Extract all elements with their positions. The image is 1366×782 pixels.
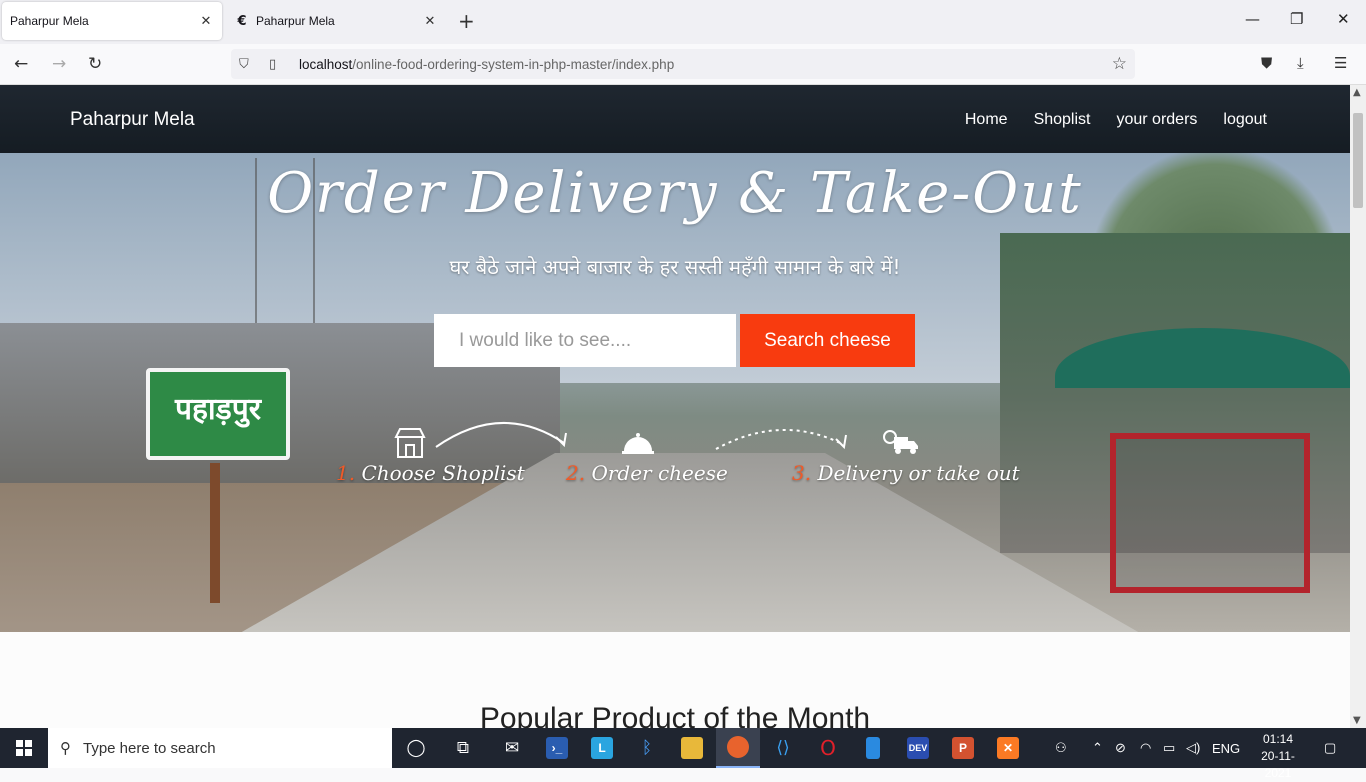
url-bar[interactable]: ⛉ ▯ localhost/online-food-ordering-syste… (231, 49, 1135, 79)
scroll-thumb[interactable] (1353, 113, 1363, 208)
hero-search: Search cheese (434, 314, 915, 367)
tab-close-icon[interactable]: ✕ (196, 14, 216, 29)
cortana-icon[interactable]: ◯ (394, 728, 438, 768)
tray-chevron-icon[interactable]: ⌃ (1092, 728, 1103, 768)
vscode-icon[interactable]: ⟨⟩ (761, 728, 805, 768)
step-arrow-1 (435, 421, 567, 448)
hero-subtitle: घर बैठे जाने अपने बाजार के हर सस्ती महँग… (449, 255, 901, 279)
powershell-icon[interactable]: ›_ (535, 728, 579, 768)
task-view-icon[interactable]: ⧉ (441, 728, 485, 768)
step-arrow-2 (715, 429, 847, 450)
web-page: Paharpur Mela Home Shoplist your orders … (0, 85, 1350, 728)
pocket-icon[interactable]: ⛊ (1261, 54, 1272, 72)
volume-icon[interactable]: ◁) (1186, 728, 1200, 768)
restore-icon[interactable]: ❐ (1290, 10, 1303, 28)
browser-tab-bar: Paharpur Mela ✕ € Paharpur Mela ✕ + — ❐ … (0, 0, 1366, 44)
nav-home[interactable]: Home (965, 111, 1008, 129)
file-explorer-icon[interactable] (670, 728, 714, 768)
site-brand[interactable]: Paharpur Mela (70, 109, 195, 131)
windows-logo-icon (16, 740, 32, 756)
tab-close-icon[interactable]: ✕ (420, 14, 440, 29)
taskbar: ⚲ Type here to search ◯ ⧉ ✉ ›_ L ᛒ ⟨⟩ O … (0, 728, 1366, 780)
cloche-icon (620, 427, 656, 465)
hero-banner: पहाड़पुर Order Delivery & Take-Out घर बै… (0, 153, 1350, 632)
window-close-icon[interactable]: ✕ (1337, 10, 1350, 28)
hero-title: Order Delivery & Take-Out (267, 161, 1083, 226)
page-info-icon[interactable]: ▯ (269, 57, 285, 72)
notification-icon[interactable]: ▢ (1324, 728, 1336, 768)
nav-logout[interactable]: logout (1223, 111, 1267, 129)
page-scrollbar[interactable]: ▲ ▼ (1350, 85, 1366, 728)
tab-title: Paharpur Mela (10, 14, 89, 28)
scroll-down-icon[interactable]: ▼ (1353, 715, 1361, 726)
step-3-label: 3. Delivery or take out (792, 461, 1020, 485)
firefox-icon[interactable] (716, 728, 760, 768)
tab-favicon-icon: € (237, 13, 247, 29)
app-l-icon[interactable]: L (580, 728, 624, 768)
devcpp-icon[interactable]: DEV (896, 728, 940, 768)
mail-icon[interactable]: ✉ (490, 728, 534, 768)
xampp-icon[interactable]: ✕ (986, 728, 1030, 768)
tab-title: Paharpur Mela (256, 14, 335, 28)
network-warning-icon[interactable]: ⊘ (1115, 728, 1126, 768)
shield-icon[interactable]: ⛉ (239, 57, 255, 72)
section-title: Popular Product of the Month (479, 702, 871, 728)
nav-shoplist[interactable]: Shoplist (1034, 111, 1091, 129)
new-tab-icon[interactable]: + (458, 10, 475, 32)
people-icon[interactable]: ⚇ (1055, 728, 1067, 768)
wifi-icon[interactable]: ◠ (1140, 728, 1151, 768)
nav-your-orders[interactable]: your orders (1116, 111, 1197, 129)
phone-app-icon[interactable] (851, 728, 895, 768)
delivery-truck-icon (882, 429, 920, 465)
search-icon: ⚲ (60, 739, 71, 757)
menu-icon[interactable]: ☰ (1334, 54, 1347, 72)
reload-icon[interactable]: ↻ (88, 54, 102, 74)
forward-icon[interactable]: → (52, 54, 66, 74)
site-header: Paharpur Mela Home Shoplist your orders … (0, 85, 1350, 153)
bluetooth-icon[interactable]: ᛒ (625, 728, 669, 768)
clock-date: 20-11-2021 (1261, 749, 1295, 780)
bookmark-star-icon[interactable]: ☆ (1112, 54, 1127, 74)
clock-time: 01:14 (1262, 732, 1294, 746)
url-text[interactable]: localhost/online-food-ordering-system-in… (299, 57, 674, 72)
language-indicator[interactable]: ENG (1212, 728, 1240, 768)
browser-toolbar: ← → ↻ ⛉ ▯ localhost/online-food-ordering… (0, 44, 1366, 85)
taskbar-search[interactable]: ⚲ Type here to search (48, 728, 392, 768)
browser-tab-active[interactable]: Paharpur Mela ✕ (2, 2, 222, 40)
clock[interactable]: 01:14 20-11-2021 (1248, 731, 1308, 782)
step-2-label: 2. Order cheese (566, 461, 728, 485)
order-steps: 1. Choose Shoplist 2. Order cheese 3. De… (0, 421, 1350, 503)
search-input[interactable] (434, 314, 736, 367)
scroll-up-icon[interactable]: ▲ (1353, 87, 1361, 98)
browser-tab-inactive[interactable]: € Paharpur Mela ✕ (226, 2, 446, 40)
site-nav: Home Shoplist your orders logout (965, 111, 1267, 129)
powerpoint-icon[interactable]: P (941, 728, 985, 768)
battery-icon[interactable]: ▭ (1163, 728, 1175, 768)
taskbar-search-text: Type here to search (83, 739, 216, 757)
opera-icon[interactable]: O (806, 728, 850, 768)
search-button[interactable]: Search cheese (740, 314, 915, 367)
download-icon[interactable]: ⤓ (1297, 54, 1304, 72)
step-1-label: 1. Choose Shoplist (336, 461, 525, 485)
start-button[interactable] (0, 728, 48, 768)
minimize-icon[interactable]: — (1245, 10, 1260, 28)
back-icon[interactable]: ← (14, 54, 28, 74)
